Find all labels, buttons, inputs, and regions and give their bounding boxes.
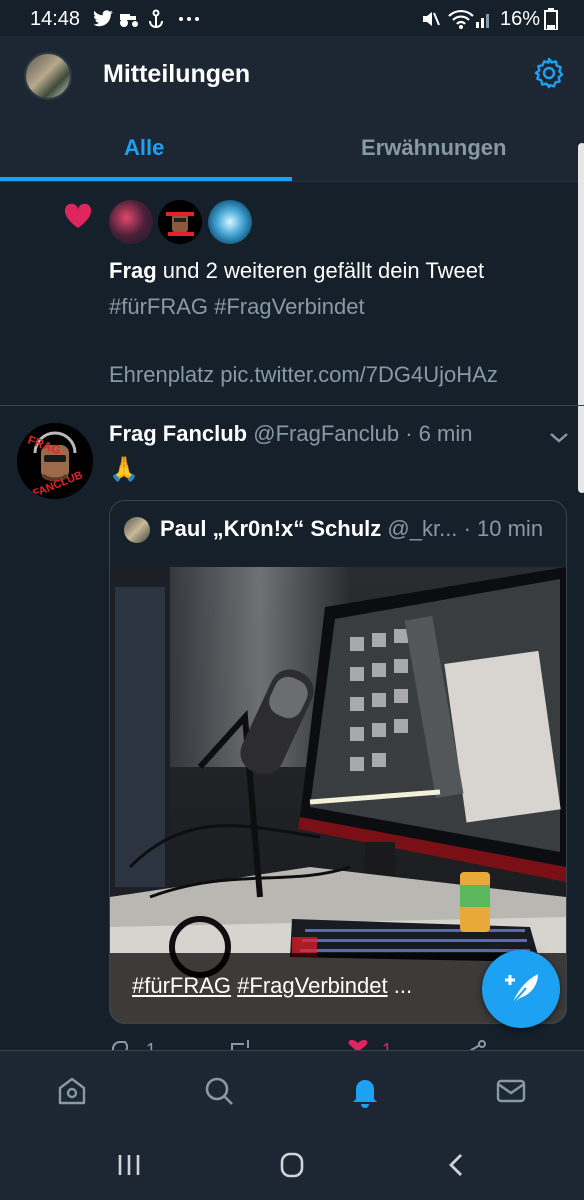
messages-envelope-icon[interactable] [494,1074,528,1108]
header-divider [0,181,584,182]
quoted-hashtag-2[interactable]: #FragVerbindet [237,973,387,998]
like-text-rest: und 2 weiteren gefällt dein Tweet [156,258,485,283]
status-time: 14:48 [30,8,81,30]
quoted-caption[interactable]: #fürFRAG #FragVerbindet ... [132,973,412,999]
twitter-icon [93,10,113,27]
liker-avatar-2[interactable] [158,200,202,244]
quoted-author-handle: @_kr... [387,516,458,541]
battery-percent: 16% [500,8,541,30]
feather-plus-icon [505,974,538,1005]
status-bar: 14:48 16% [0,0,584,36]
quoted-hashtag-1[interactable]: #fürFRAG [132,973,231,998]
battery-icon [544,8,558,30]
home-icon[interactable] [55,1074,89,1108]
tweet-time: 6 min [418,421,473,446]
compose-tweet-button[interactable] [482,950,560,1028]
signal-icon [476,14,489,28]
scroll-handle[interactable] [578,143,584,493]
liked-tweet-hashtags[interactable]: #fürFRAG #FragVerbindet [109,294,365,320]
tab-mentions[interactable]: Erwähnungen [361,135,506,161]
tractor-icon [120,14,138,27]
tab-all[interactable]: Alle [124,135,164,161]
liked-tweet-link[interactable]: Ehrenplatz pic.twitter.com/7DG4UjoHAz [109,362,498,388]
quoted-time: 10 min [477,516,544,541]
quoted-tweet-card[interactable]: Paul „Kr0n!x“ Schulz @_kr... · 10 min #f… [109,500,567,1024]
page-title: Mitteilungen [103,60,251,88]
gear-icon[interactable] [532,56,566,90]
search-icon[interactable] [202,1074,236,1108]
recent-apps-icon[interactable] [112,1150,146,1180]
tweet-header: Frag Fanclub @FragFanclub · 6 min [109,421,472,447]
like-notification-text[interactable]: Frag und 2 weiteren gefällt dein Tweet [109,258,484,284]
chevron-down-icon[interactable] [548,428,570,446]
frag-fanclub-logo-icon [158,200,202,244]
profile-avatar[interactable] [24,52,72,100]
anchor-icon [149,9,163,29]
frag-fanclub-logo-icon: FRAG FANCLUB [17,423,93,499]
tweet-author-avatar[interactable]: FRAG FANCLUB [17,423,93,499]
liker-avatar-1[interactable] [109,200,153,244]
quoted-author-name: Paul „Kr0n!x“ Schulz [160,516,382,541]
quoted-caption-ellipsis: ... [393,973,413,998]
back-icon[interactable] [440,1150,474,1180]
notification-divider [0,405,584,406]
quoted-author-avatar [124,517,150,543]
tweet-author-name[interactable]: Frag Fanclub [109,421,247,446]
mute-icon [423,12,440,26]
notifications-bell-icon[interactable] [348,1074,382,1108]
quoted-separator: · [463,516,471,541]
liker-name[interactable]: Frag [109,258,157,283]
tweet-separator: · [405,421,413,446]
tweet-body: 🙏 [109,456,139,483]
quoted-tweet-header: Paul „Kr0n!x“ Schulz @_kr... · 10 min [160,516,543,542]
tweet-author-handle[interactable]: @FragFanclub [253,421,399,446]
liker-avatar-3[interactable] [208,200,252,244]
wifi-icon [448,9,474,29]
heart-icon [64,203,92,228]
more-dots-icon [179,17,199,21]
home-button-icon[interactable] [275,1150,309,1180]
